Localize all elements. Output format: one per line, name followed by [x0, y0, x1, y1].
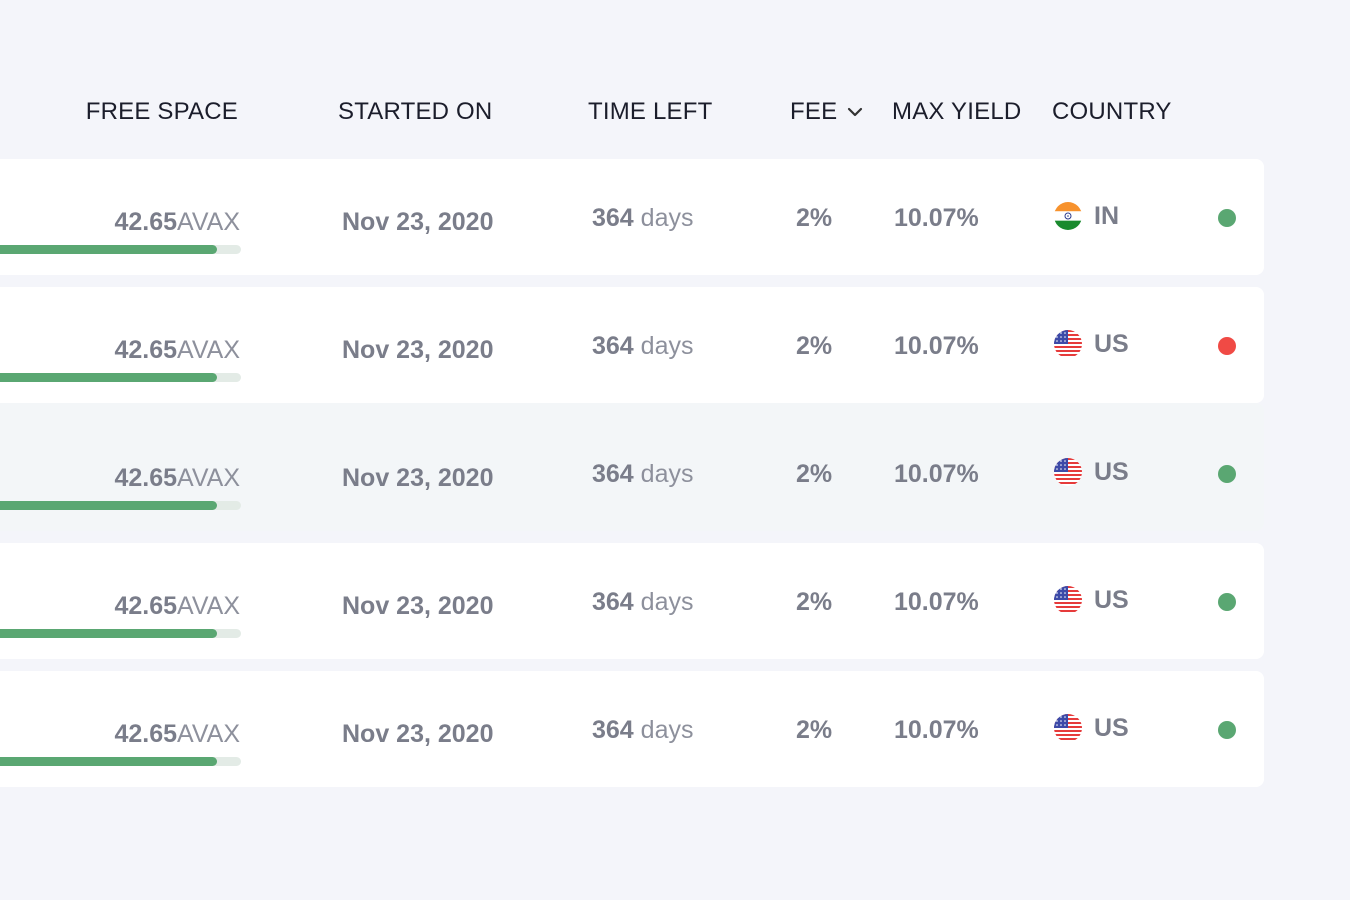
free-space-unit: AVAX	[177, 720, 240, 748]
started-on-cell: Nov 23, 2020	[342, 336, 494, 364]
us-flag-icon	[1054, 586, 1082, 614]
india-flag-icon	[1054, 202, 1082, 230]
country-code: US	[1094, 330, 1129, 358]
column-header-fee[interactable]: FEE	[790, 96, 863, 128]
free-space-bar-fill	[0, 373, 217, 382]
free-space-value: 42.65	[114, 720, 177, 748]
time-left-value: 364	[592, 204, 634, 232]
time-left-unit: days	[640, 588, 694, 616]
time-left-cell: 364 days	[592, 715, 693, 745]
status-indicator-online[interactable]	[1218, 593, 1236, 611]
free-space-bar	[0, 501, 241, 510]
free-space-bar-fill	[0, 245, 217, 254]
us-flag-icon	[1054, 458, 1082, 486]
country-cell: IN	[1054, 201, 1119, 231]
started-on-cell: Nov 23, 2020	[342, 208, 494, 236]
fee-cell: 2%	[796, 460, 833, 488]
column-header-free-space[interactable]: FREE SPACE	[86, 96, 238, 128]
free-space-bar	[0, 629, 241, 638]
row-content: 42.65AVAX Nov 23, 2020 364 days 2% 10.07…	[0, 671, 1264, 787]
table-header: FREE SPACE STARTED ON TIME LEFT FEE MAX …	[0, 96, 1264, 130]
free-space-bar	[0, 373, 241, 382]
us-flag-icon	[1054, 330, 1082, 358]
country-code: IN	[1094, 202, 1119, 230]
table-row[interactable]: 42.65AVAX Nov 23, 2020 364 days 2% 10.07…	[0, 287, 1264, 403]
time-left-cell: 364 days	[592, 587, 693, 617]
free-space-value: 42.65	[114, 464, 177, 492]
row-content: 42.65AVAX Nov 23, 2020 364 days 2% 10.07…	[0, 415, 1264, 531]
time-left-cell: 364 days	[592, 203, 693, 233]
time-left-unit: days	[640, 204, 694, 232]
free-space-cell: 42.65AVAX	[114, 463, 240, 493]
time-left-value: 364	[592, 460, 634, 488]
column-header-time-left[interactable]: TIME LEFT	[588, 96, 712, 128]
country-code: US	[1094, 458, 1129, 486]
status-indicator-online[interactable]	[1218, 465, 1236, 483]
free-space-cell: 42.65AVAX	[114, 591, 240, 621]
max-yield-cell: 10.07%	[894, 332, 979, 360]
chevron-down-icon[interactable]	[847, 107, 863, 117]
free-space-value: 42.65	[114, 592, 177, 620]
column-header-fee-label: FEE	[790, 98, 838, 125]
free-space-bar	[0, 245, 241, 254]
fee-cell: 2%	[796, 716, 833, 744]
fee-cell: 2%	[796, 332, 833, 360]
time-left-cell: 364 days	[592, 331, 693, 361]
column-header-started-on[interactable]: STARTED ON	[338, 96, 492, 128]
free-space-bar	[0, 757, 241, 766]
free-space-cell: 42.65AVAX	[114, 335, 240, 365]
free-space-bar-fill	[0, 501, 217, 510]
free-space-value: 42.65	[114, 208, 177, 236]
status-indicator-online[interactable]	[1218, 721, 1236, 739]
fee-cell: 2%	[796, 204, 833, 232]
country-cell: US	[1054, 457, 1129, 487]
free-space-unit: AVAX	[177, 464, 240, 492]
row-content: 42.65AVAX Nov 23, 2020 364 days 2% 10.07…	[0, 287, 1264, 403]
us-flag-icon	[1054, 714, 1082, 742]
country-cell: US	[1054, 713, 1129, 743]
free-space-unit: AVAX	[177, 336, 240, 364]
row-content: 42.65AVAX Nov 23, 2020 364 days 2% 10.07…	[0, 159, 1264, 275]
row-content: 42.65AVAX Nov 23, 2020 364 days 2% 10.07…	[0, 543, 1264, 659]
started-on-cell: Nov 23, 2020	[342, 720, 494, 748]
country-cell: US	[1054, 585, 1129, 615]
time-left-value: 364	[592, 588, 634, 616]
country-cell: US	[1054, 329, 1129, 359]
status-indicator-online[interactable]	[1218, 209, 1236, 227]
max-yield-cell: 10.07%	[894, 204, 979, 232]
column-header-country[interactable]: COUNTRY	[1052, 96, 1172, 128]
table-row[interactable]: 42.65AVAX Nov 23, 2020 364 days 2% 10.07…	[0, 543, 1264, 659]
free-space-unit: AVAX	[177, 592, 240, 620]
max-yield-cell: 10.07%	[894, 716, 979, 744]
time-left-value: 364	[592, 332, 634, 360]
table-row[interactable]: 42.65AVAX Nov 23, 2020 364 days 2% 10.07…	[0, 671, 1264, 787]
table-body: 42.65AVAX Nov 23, 2020 364 days 2% 10.07…	[0, 159, 1264, 799]
table-row[interactable]: 42.65AVAX Nov 23, 2020 364 days 2% 10.07…	[0, 159, 1264, 275]
time-left-cell: 364 days	[592, 459, 693, 489]
time-left-value: 364	[592, 716, 634, 744]
validators-table: FREE SPACE STARTED ON TIME LEFT FEE MAX …	[0, 0, 1350, 900]
free-space-unit: AVAX	[177, 208, 240, 236]
column-header-max-yield[interactable]: MAX YIELD	[892, 96, 1021, 128]
country-code: US	[1094, 586, 1129, 614]
free-space-cell: 42.65AVAX	[114, 207, 240, 237]
free-space-value: 42.65	[114, 336, 177, 364]
max-yield-cell: 10.07%	[894, 460, 979, 488]
free-space-bar-fill	[0, 757, 217, 766]
max-yield-cell: 10.07%	[894, 588, 979, 616]
status-indicator-offline[interactable]	[1218, 337, 1236, 355]
time-left-unit: days	[640, 716, 694, 744]
free-space-bar-fill	[0, 629, 217, 638]
started-on-cell: Nov 23, 2020	[342, 592, 494, 620]
started-on-cell: Nov 23, 2020	[342, 464, 494, 492]
country-code: US	[1094, 714, 1129, 742]
time-left-unit: days	[640, 332, 694, 360]
free-space-cell: 42.65AVAX	[114, 719, 240, 749]
time-left-unit: days	[640, 460, 694, 488]
table-row[interactable]: 42.65AVAX Nov 23, 2020 364 days 2% 10.07…	[0, 403, 1264, 531]
fee-cell: 2%	[796, 588, 833, 616]
